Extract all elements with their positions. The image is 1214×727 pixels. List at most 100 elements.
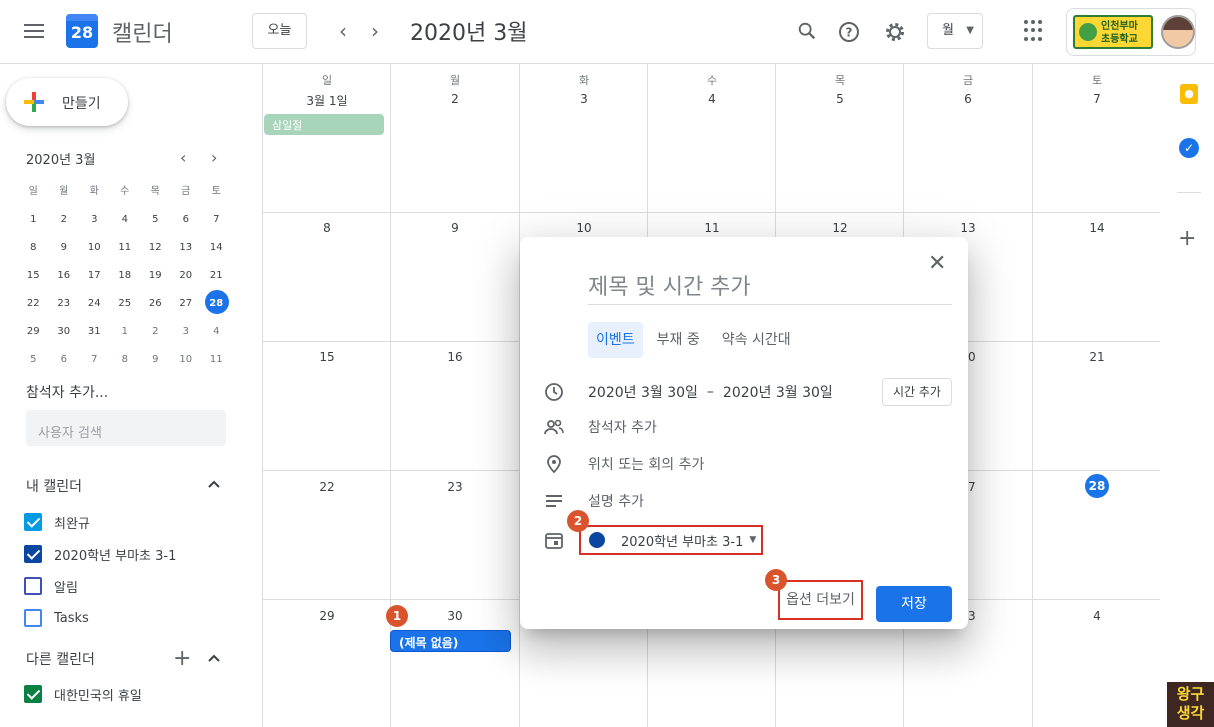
today-day-number[interactable]: 28	[1085, 474, 1109, 498]
mini-next-icon[interactable]: ›	[211, 148, 217, 167]
mini-day[interactable]: 3	[79, 206, 110, 234]
keep-icon[interactable]: ●	[1180, 84, 1198, 104]
day-number[interactable]: 16	[391, 350, 519, 364]
date-start[interactable]: 2020년 3월 30일	[588, 382, 698, 402]
account-button[interactable]: 인천부마 초등학교	[1066, 8, 1196, 56]
mini-day[interactable]: 26	[140, 290, 171, 318]
day-number[interactable]: 8	[263, 221, 391, 235]
save-button[interactable]: 저장	[876, 586, 952, 622]
mini-day[interactable]: 1	[110, 318, 141, 346]
day-number[interactable]: 12	[776, 221, 904, 235]
help-icon[interactable]: ?	[837, 20, 861, 44]
mini-day[interactable]: 22	[18, 290, 49, 318]
mini-day[interactable]: 17	[79, 262, 110, 290]
calendar-item[interactable]: 2020학년 부마초 3-1	[24, 542, 176, 566]
mini-day[interactable]: 23	[49, 290, 80, 318]
event-title-input[interactable]	[588, 271, 952, 305]
mini-day[interactable]: 27	[171, 290, 202, 318]
prev-month-button[interactable]: ‹	[331, 20, 355, 42]
day-number[interactable]: 22	[263, 480, 391, 494]
mini-day[interactable]: 11	[110, 234, 141, 262]
day-number[interactable]: 6	[904, 92, 1032, 106]
add-time-button[interactable]: 시간 추가	[882, 378, 952, 406]
guests-row[interactable]: 참석자 추가	[544, 415, 657, 439]
checkbox[interactable]	[24, 545, 42, 563]
calendar-item[interactable]: 최완규	[24, 510, 90, 534]
apps-icon[interactable]	[1024, 20, 1046, 42]
day-number[interactable]: 3월 1일	[263, 92, 391, 109]
mini-day[interactable]: 1	[18, 206, 49, 234]
day-number[interactable]: 9	[391, 221, 519, 235]
description-row[interactable]: 설명 추가	[544, 489, 644, 513]
day-number[interactable]: 29	[263, 609, 391, 623]
mini-day[interactable]: 7	[79, 346, 110, 374]
calendar-item[interactable]: 알림	[24, 574, 78, 598]
more-options-button[interactable]: 옵션 더보기	[778, 580, 863, 620]
day-number[interactable]: 30	[391, 609, 519, 623]
day-number[interactable]: 7	[968, 480, 988, 494]
search-icon[interactable]	[795, 20, 819, 44]
mini-day[interactable]: 16	[49, 262, 80, 290]
tab-event[interactable]: 이벤트	[588, 322, 643, 358]
checkbox[interactable]	[24, 609, 42, 627]
mini-day[interactable]: 2	[140, 318, 171, 346]
next-month-button[interactable]: ›	[363, 20, 387, 42]
calendar-select[interactable]: 2020학년 부마초 3-1 ▼	[579, 525, 763, 555]
mini-day[interactable]: 31	[79, 318, 110, 346]
new-event-chip[interactable]: (제목 없음)	[390, 630, 511, 652]
tab-out-of-office[interactable]: 부재 중	[649, 322, 708, 358]
day-number[interactable]: 3	[520, 92, 648, 106]
user-search-input[interactable]: 사용자 검색	[26, 410, 226, 446]
mini-day[interactable]: 5	[18, 346, 49, 374]
day-number[interactable]: 10	[520, 221, 648, 235]
location-row[interactable]: 위치 또는 회의 추가	[544, 452, 704, 476]
mini-day[interactable]: 30	[49, 318, 80, 346]
tasks-icon[interactable]: ✓	[1179, 138, 1199, 158]
mini-day[interactable]: 21	[201, 262, 232, 290]
day-number[interactable]: 2	[391, 92, 519, 106]
chevron-up-icon[interactable]	[206, 650, 222, 670]
mini-day[interactable]: 2	[49, 206, 80, 234]
mini-day[interactable]: 10	[79, 234, 110, 262]
mini-day[interactable]: 24	[79, 290, 110, 318]
mini-day[interactable]: 4	[201, 318, 232, 346]
mini-day[interactable]: 15	[18, 262, 49, 290]
day-number[interactable]: 11	[648, 221, 776, 235]
mini-day[interactable]: 6	[171, 206, 202, 234]
mini-day[interactable]: 18	[110, 262, 141, 290]
holiday-event[interactable]: 삼일절	[264, 114, 384, 135]
mini-day[interactable]: 14	[201, 234, 232, 262]
calendar-item[interactable]: 대한민국의 휴일	[24, 682, 142, 706]
mini-day[interactable]: 11	[201, 346, 232, 374]
mini-day[interactable]: 19	[140, 262, 171, 290]
tab-appointment-slots[interactable]: 약속 시간대	[714, 322, 799, 358]
today-button[interactable]: 오늘	[252, 13, 307, 49]
checkbox[interactable]	[24, 685, 42, 703]
mini-day[interactable]: 7	[201, 206, 232, 234]
mini-prev-icon[interactable]: ‹	[180, 148, 186, 167]
add-addon-icon[interactable]: +	[1178, 226, 1196, 251]
mini-day[interactable]: 25	[110, 290, 141, 318]
mini-day[interactable]: 13	[171, 234, 202, 262]
day-number[interactable]: 7	[1033, 92, 1161, 106]
mini-day[interactable]: 8	[18, 234, 49, 262]
mini-day[interactable]: 8	[110, 346, 141, 374]
mini-day[interactable]: 3	[171, 318, 202, 346]
checkbox[interactable]	[24, 577, 42, 595]
day-number[interactable]: 13	[904, 221, 1032, 235]
mini-day[interactable]: 20	[171, 262, 202, 290]
day-number[interactable]: 23	[391, 480, 519, 494]
menu-icon[interactable]	[22, 20, 46, 44]
day-number[interactable]: 4	[1033, 609, 1161, 623]
chevron-up-icon[interactable]	[206, 476, 222, 496]
date-end[interactable]: 2020년 3월 30일	[723, 382, 833, 402]
day-number[interactable]: 15	[263, 350, 391, 364]
view-select[interactable]: 월 ▼	[927, 13, 983, 49]
add-calendar-icon[interactable]: +	[173, 646, 191, 671]
mini-day[interactable]: 6	[49, 346, 80, 374]
create-button[interactable]: 만들기	[6, 78, 128, 126]
day-number[interactable]: 0	[968, 350, 988, 364]
mini-day[interactable]: 29	[18, 318, 49, 346]
calendar-item[interactable]: Tasks	[24, 606, 89, 630]
checkbox[interactable]	[24, 513, 42, 531]
